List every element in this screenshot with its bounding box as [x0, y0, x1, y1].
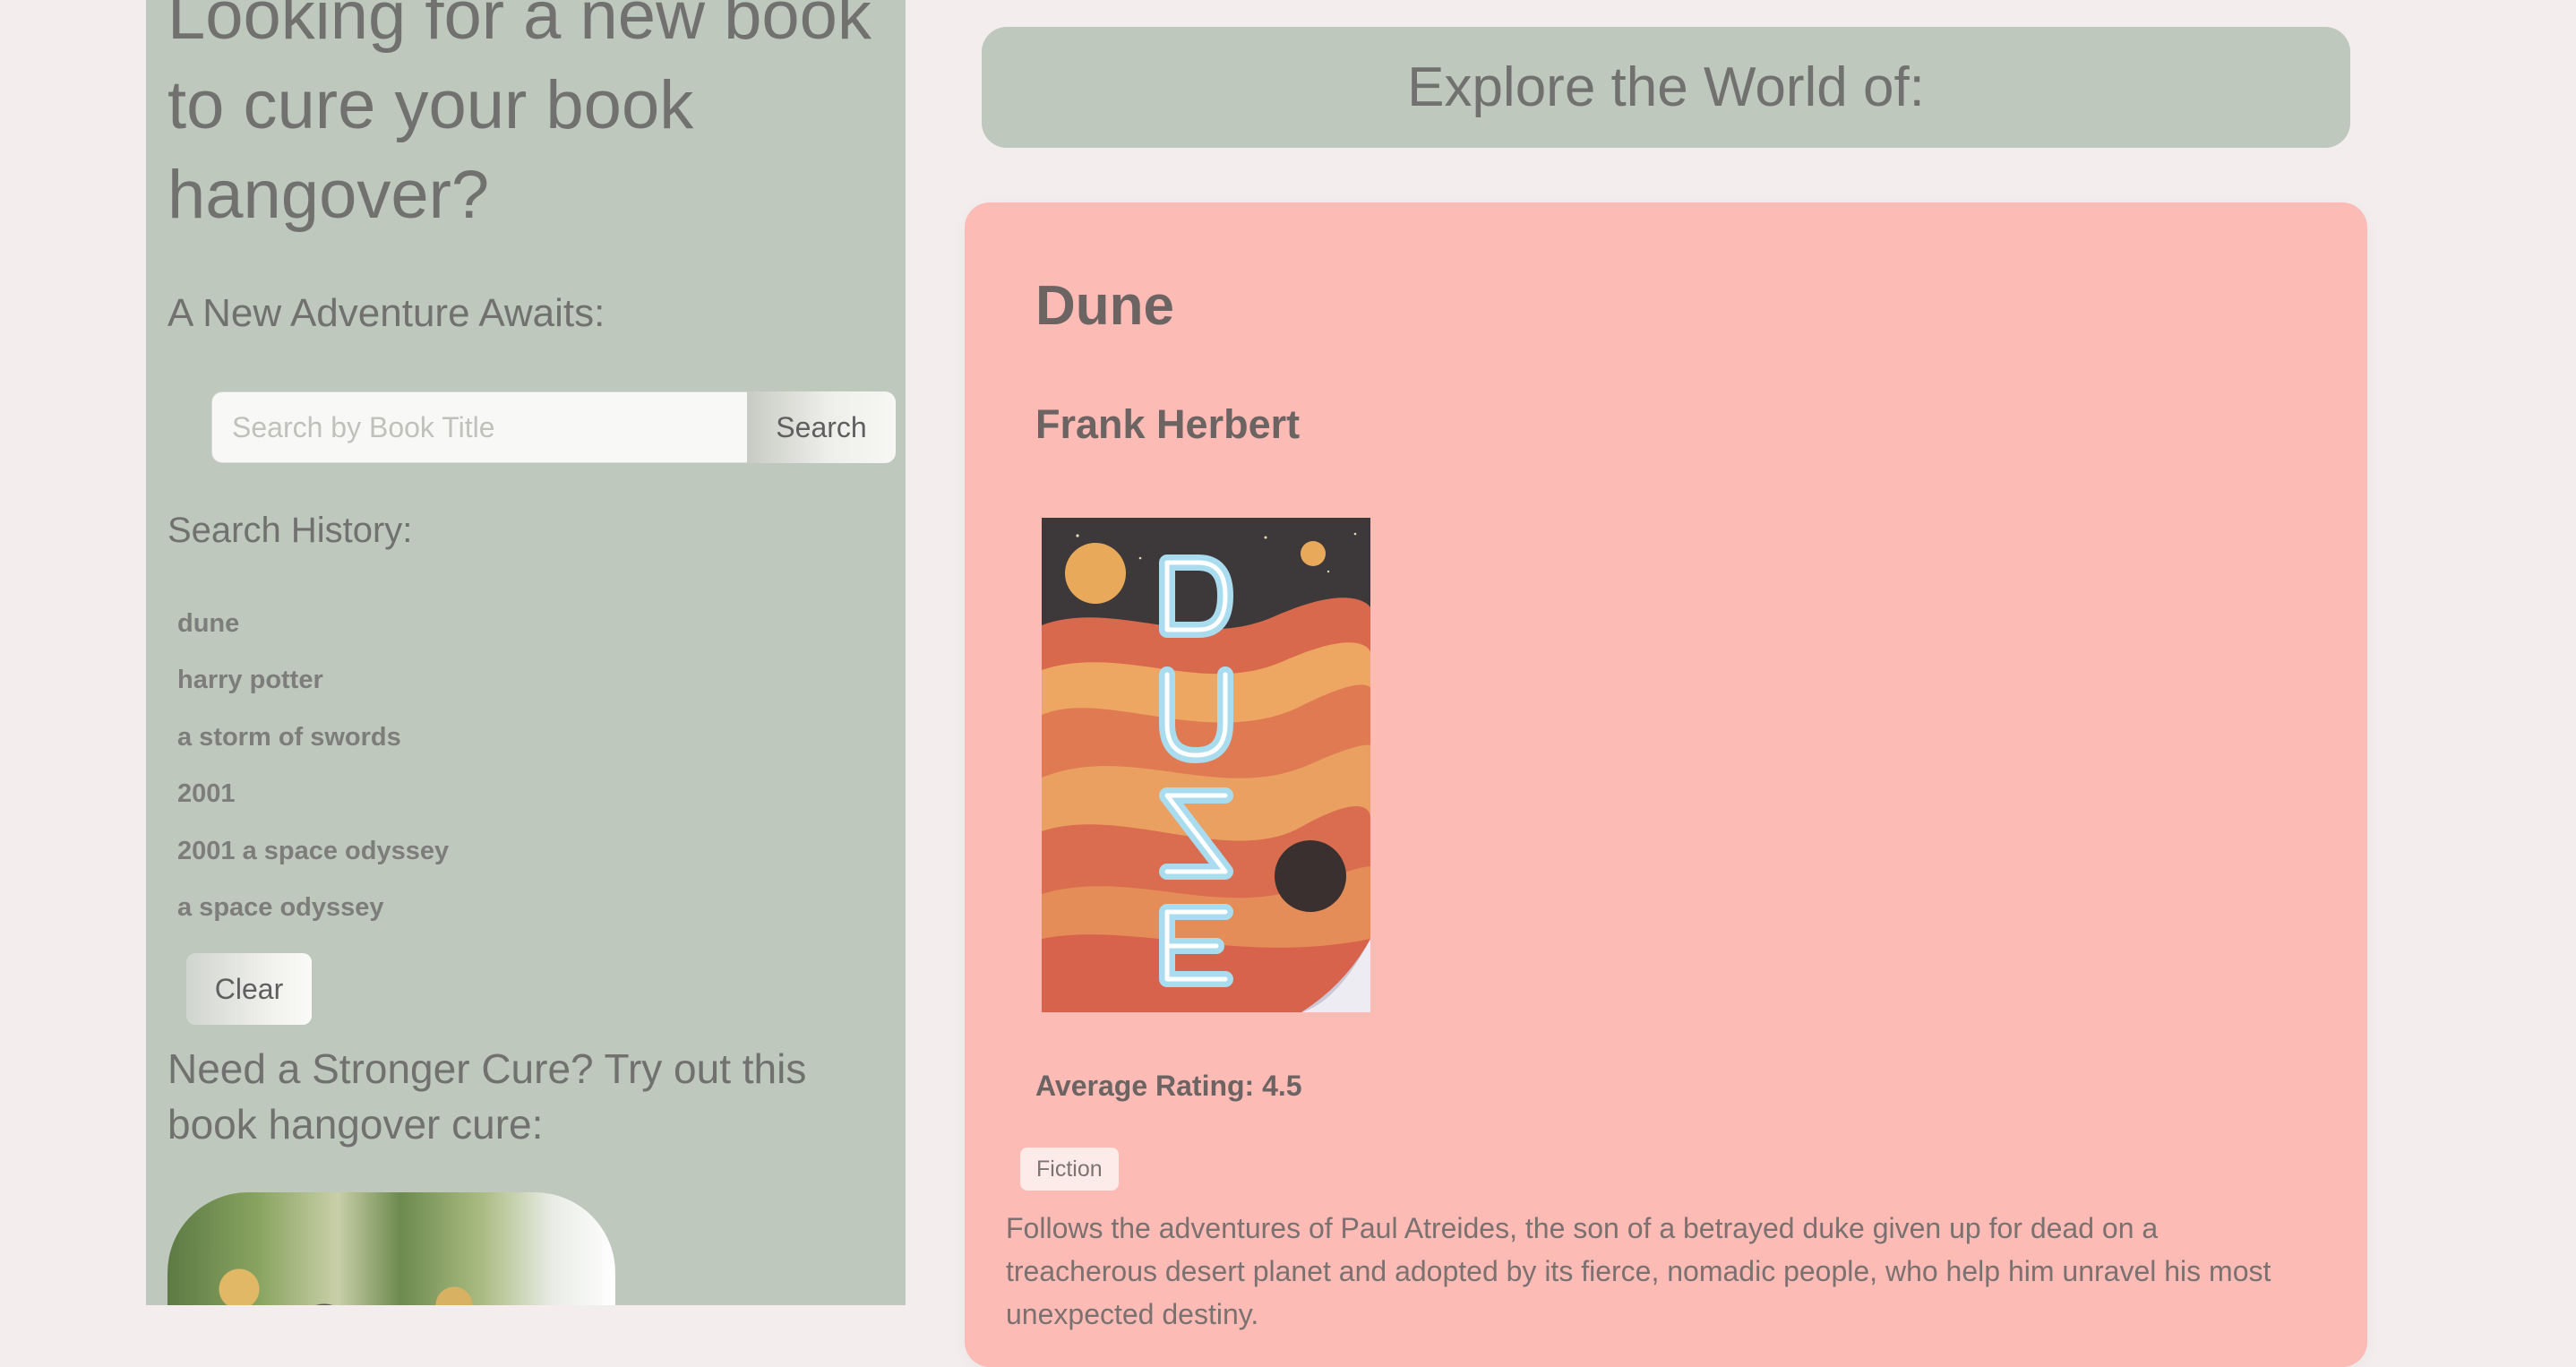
book-title: Dune	[1035, 275, 1174, 337]
history-item[interactable]: dune	[177, 596, 449, 652]
search-button[interactable]: Search	[747, 391, 896, 463]
adventure-heading: A New Adventure Awaits:	[167, 291, 605, 335]
book-card: Dune Frank Herbert Average Rating: 4.5 F…	[965, 202, 2367, 1367]
genre-tag: Fiction	[1020, 1148, 1119, 1191]
sidebar: Looking for a new book to cure your book…	[146, 0, 906, 1305]
search-input[interactable]	[211, 391, 747, 463]
search-history-list: dune harry potter a storm of swords 2001…	[177, 596, 449, 936]
average-rating: Average Rating: 4.5	[1035, 1070, 1302, 1102]
history-item[interactable]: a space odyssey	[177, 880, 449, 936]
history-item[interactable]: a storm of swords	[177, 709, 449, 766]
history-item[interactable]: 2001 a space odyssey	[177, 823, 449, 880]
explore-banner: Explore the World of:	[982, 27, 2350, 148]
book-description: Follows the adventures of Paul Atreides,…	[1006, 1212, 2271, 1330]
book-author: Frank Herbert	[1035, 401, 1301, 447]
book-cover-image	[1042, 518, 1370, 1012]
hero-title: Looking for a new book to cure your book…	[167, 0, 872, 233]
search-history-heading: Search History:	[167, 511, 413, 550]
search-form: Search	[211, 391, 896, 463]
clear-history-button[interactable]: Clear	[186, 953, 312, 1025]
banner-title: Explore the World of:	[1407, 56, 1925, 118]
history-item[interactable]: harry potter	[177, 652, 449, 709]
cure-heading: Need a Stronger Cure? Try out this book …	[167, 1045, 807, 1148]
hangover-cure-photo	[167, 1192, 615, 1305]
history-item[interactable]: 2001	[177, 766, 449, 822]
